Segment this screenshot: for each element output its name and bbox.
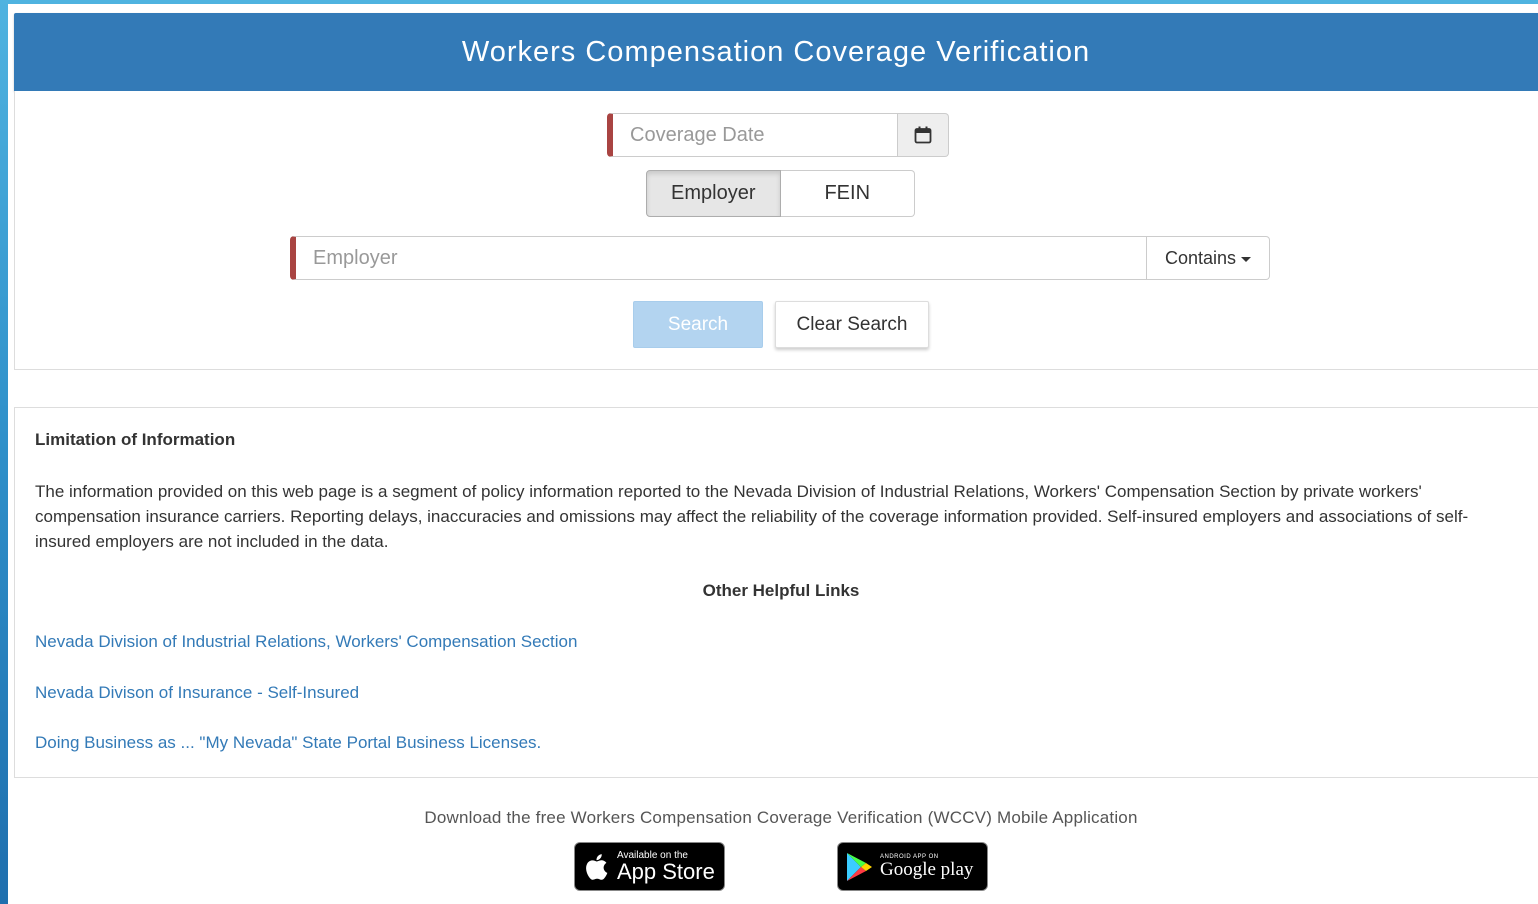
search-button[interactable]: Search xyxy=(633,301,763,348)
toggle-fein-button[interactable]: FEIN xyxy=(780,170,915,217)
page-header: Workers Compensation Coverage Verificati… xyxy=(14,13,1538,91)
helpful-links-title: Other Helpful Links xyxy=(702,581,860,600)
app-store-badge[interactable]: Available on the App Store xyxy=(574,842,725,891)
employer-input[interactable] xyxy=(290,236,1147,280)
app-store-big-text: App Store xyxy=(617,858,715,884)
link-dir-workers-comp[interactable]: Nevada Division of Industrial Relations,… xyxy=(35,632,577,652)
google-play-badge[interactable]: ANDROID APP ON Google play xyxy=(837,842,988,891)
employer-search-group: Contains xyxy=(290,236,1270,280)
apple-icon xyxy=(586,853,608,880)
download-app-text: Download the free Workers Compensation C… xyxy=(424,808,1138,827)
match-mode-dropdown[interactable]: Contains xyxy=(1147,236,1270,280)
coverage-date-group xyxy=(607,113,949,157)
link-my-nevada-portal[interactable]: Doing Business as ... "My Nevada" State … xyxy=(35,733,541,753)
page-title: Workers Compensation Coverage Verificati… xyxy=(461,35,1091,68)
google-play-big-text: Google play xyxy=(880,859,974,880)
caret-down-icon xyxy=(1241,257,1252,262)
toggle-employer-button[interactable]: Employer xyxy=(646,170,781,217)
match-mode-label: Contains xyxy=(1164,247,1237,268)
google-play-icon xyxy=(847,852,872,881)
calendar-icon xyxy=(914,126,932,144)
top-accent-strip xyxy=(0,0,1538,4)
link-doi-self-insured[interactable]: Nevada Divison of Insurance - Self-Insur… xyxy=(35,683,359,703)
limitation-title: Limitation of Information xyxy=(35,430,236,449)
search-type-toggle: Employer FEIN xyxy=(646,170,915,217)
calendar-button[interactable] xyxy=(898,113,949,157)
limitation-text: The information provided on this web pag… xyxy=(35,482,1469,551)
left-accent-strip xyxy=(0,0,8,904)
clear-search-button[interactable]: Clear Search xyxy=(775,301,929,348)
coverage-date-input[interactable] xyxy=(607,113,898,157)
